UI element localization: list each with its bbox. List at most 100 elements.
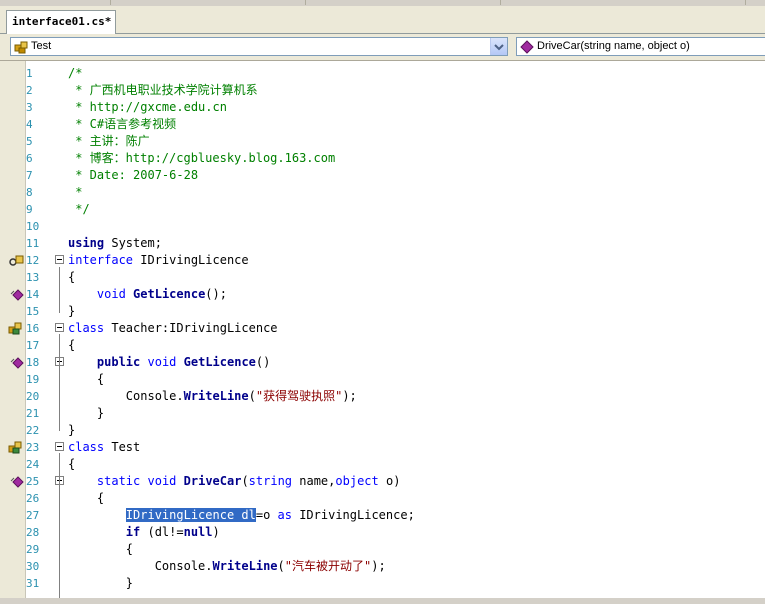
code-line[interactable]: 30 Console.WriteLine("汽车被开动了"); [0,558,765,575]
code-line[interactable]: 8 * [0,184,765,201]
code-line[interactable]: 28 if (dl!=null) [0,524,765,541]
code-token: void [96,287,126,301]
code-line[interactable]: 20 Console.WriteLine("获得驾驶执照"); [0,388,765,405]
tab-interface01-cs[interactable]: interface01.cs* [6,10,117,35]
line-number: 6 [26,152,33,165]
code-line[interactable]: 2 * 广西机电职业技术学院计算机系 [0,82,765,99]
code-line[interactable]: 21 } [0,405,765,422]
code-token: () [255,355,271,369]
code-text: } [68,303,75,320]
code-text: { [68,490,104,507]
class-icon [14,41,28,54]
code-text: void GetLicence(); [68,286,227,303]
code-text: public void GetLicence() [68,354,270,371]
line-number: 21 [26,407,40,420]
close-tab-area[interactable] [751,12,765,28]
code-text: * 广西机电职业技术学院计算机系 [68,82,257,99]
code-line[interactable]: 29 { [0,541,765,558]
code-token: Test [104,440,141,454]
code-token: { [68,491,105,505]
type-combo[interactable]: Test [10,37,508,56]
line-number: 12 [26,254,40,267]
code-token: Teacher:IDrivingLicence [104,321,278,335]
line-number: 23 [26,441,40,454]
code-editor[interactable]: 1/* 2 * 广西机电职业技术学院计算机系 3 * http://gxcme.ed… [0,60,765,599]
code-text: if (dl!=null) [68,524,220,541]
code-text: { [68,541,133,558]
line-number: 16 [26,322,40,335]
code-token: ( [241,474,249,488]
method-icon [8,474,24,489]
line-number: 8 [26,186,33,199]
code-token: GetLicence [183,355,256,369]
code-token: WriteLine [183,389,249,403]
method-icon [520,40,534,54]
code-token: "获得驾驶执照" [255,389,343,403]
code-line[interactable]: 17 { [0,337,765,354]
code-line[interactable]: 6 * 博客：http://cgbluesky.blog.163.com [0,150,765,167]
type-combo-dropdown-button[interactable] [490,38,507,55]
code-line[interactable]: 4 * C#语言参考视频 [0,116,765,133]
code-line[interactable]: 23 class Test [0,439,765,456]
code-text: Console.WriteLine("获得驾驶执照"); [68,388,357,405]
selected-text: IDrivingLicence dl [125,508,256,522]
code-line[interactable]: 19 { [0,371,765,388]
code-line[interactable]: 3 * http://gxcme.edu.cn [0,99,765,116]
line-number: 19 [26,373,40,386]
code-token: { [68,270,76,284]
code-line[interactable]: 18 public void GetLicence() [0,354,765,371]
code-line[interactable]: 27 IDrivingLicence dl=o as IDrivingLicen… [0,507,765,524]
code-token: } [68,576,134,590]
code-text: { [68,269,75,286]
top-strip-seg [110,0,306,5]
code-token: null [183,525,213,539]
code-token: DriveCar [183,474,242,488]
collapse-toggle[interactable] [55,255,64,264]
line-number: 3 [26,101,33,114]
code-token: * 主讲：陈广 [68,134,150,148]
code-line[interactable]: 7 * Date: 2007-6-28 [0,167,765,184]
member-combo[interactable]: DriveCar(string name, object o) [516,37,765,56]
class-icon [8,440,24,455]
code-token: o) [378,474,401,488]
fold-guide [59,267,60,313]
code-line[interactable]: 12 interface IDrivingLicence [0,252,765,269]
code-token: /* [68,66,83,80]
code-text: static void DriveCar(string name,object … [68,473,401,490]
code-token: static [96,474,141,488]
code-token: * C#语言参考视频 [68,117,177,131]
code-line[interactable]: 16 class Teacher:IDrivingLicence [0,320,765,337]
collapse-toggle[interactable] [55,442,64,451]
code-line[interactable]: 14 void GetLicence(); [0,286,765,303]
code-text: */ [68,201,89,218]
code-line[interactable]: 5 * 主讲：陈广 [0,133,765,150]
code-text: * 博客：http://cgbluesky.blog.163.com [68,150,335,167]
line-number: 5 [26,135,33,148]
code-line[interactable]: 1 /* [0,65,765,82]
code-line[interactable]: 10 [0,218,765,235]
code-line[interactable]: 26 { [0,490,765,507]
code-text: /* [68,65,82,82]
code-line[interactable]: 25 static void DriveCar(string name,obje… [0,473,765,490]
code-token: } [68,304,76,318]
code-token: ( [248,389,256,403]
code-text: class Teacher:IDrivingLicence [68,320,278,337]
code-text: { [68,371,104,388]
code-token: GetLicence [133,287,206,301]
code-text: * 主讲：陈广 [68,133,150,150]
code-text: { [68,337,75,354]
code-line[interactable]: 13 { [0,269,765,286]
code-token: { [68,338,76,352]
code-line[interactable]: 24 { [0,456,765,473]
code-token: Console. [68,559,213,573]
collapse-toggle[interactable] [55,323,64,332]
code-line[interactable]: 15} [0,303,765,320]
code-token: ) [212,525,220,539]
line-number: 29 [26,543,40,556]
code-line[interactable]: 9 */ [0,201,765,218]
code-line[interactable]: 22} [0,422,765,439]
code-line[interactable]: 11 using System; [0,235,765,252]
code-line[interactable]: 31 } [0,575,765,592]
code-token: IDrivingLicence; [291,508,415,522]
